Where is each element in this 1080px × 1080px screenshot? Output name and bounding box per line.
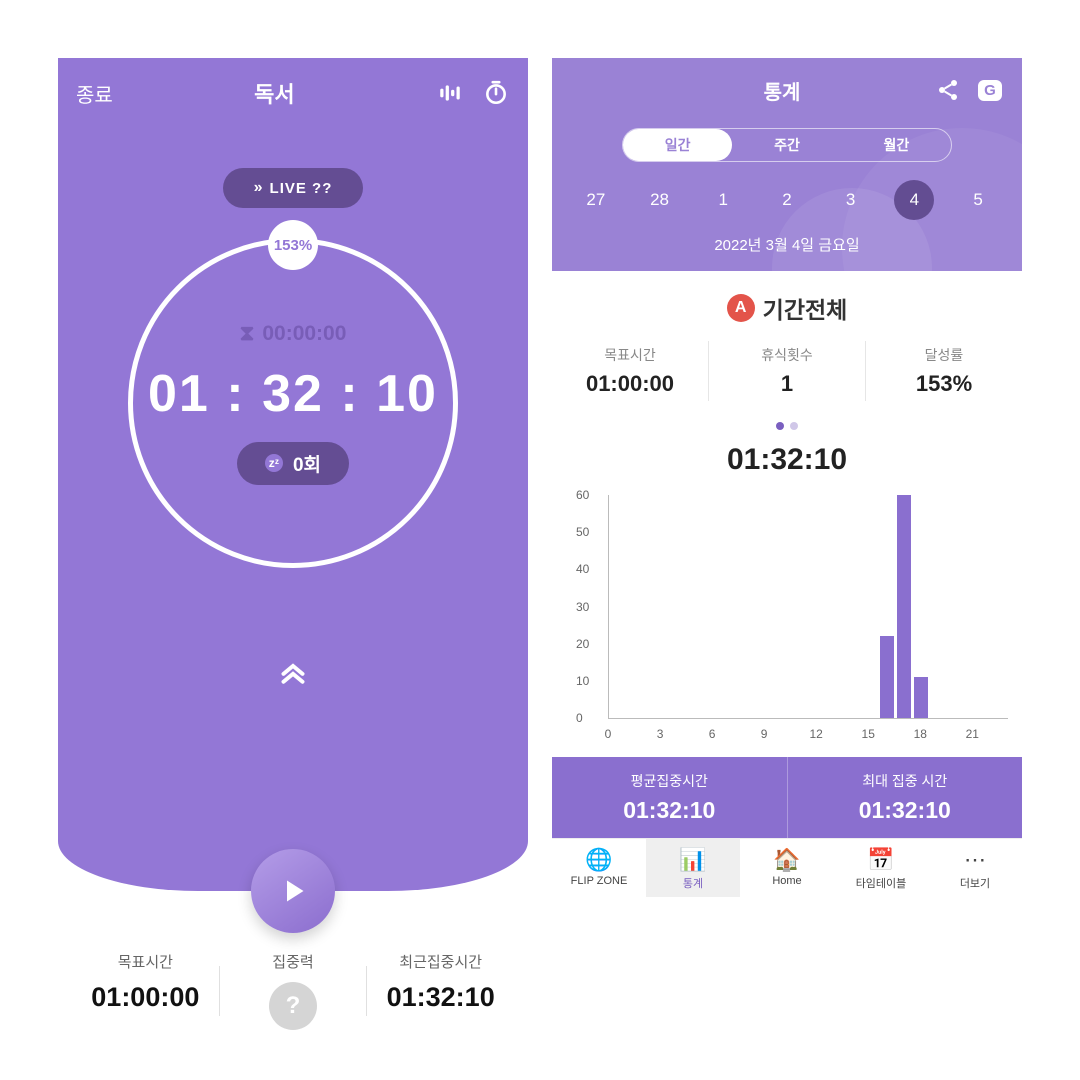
expand-up-icon[interactable] [58,658,528,701]
sleep-icon: zᶻ [265,454,283,472]
tab-더보기[interactable]: ⋯더보기 [928,839,1022,897]
progress-ring: 153% ⧗ 00:00:00 01 : 32 : 10 zᶻ 0회 [128,238,458,568]
activity-title: 독서 [113,77,436,109]
section-title: A 기간전체 [552,291,1022,325]
segment-주간[interactable]: 주간 [732,129,841,161]
day-picker[interactable]: 27 28 12345 [564,180,1010,220]
segment-월간[interactable]: 월간 [842,129,951,161]
day-3[interactable]: 3 [831,180,871,220]
elapsed-time: 01 : 32 : 10 [148,364,438,424]
date-string: 2022년 3월 4일 금요일 [552,234,1022,255]
a-badge-icon: A [727,294,755,322]
tab-통계[interactable]: 📊통계 [646,839,740,897]
bar-18 [914,677,928,718]
share-icon[interactable] [934,76,962,104]
tab-icon: 📊 [646,847,740,873]
timer-screen: 종료 독서 LIVE ?? 153% ⧗ 00:00:00 01 : 32 : … [58,58,528,1040]
tab-icon: ⋯ [928,847,1022,873]
tab-icon: 🏠 [740,847,834,873]
camera-g-icon[interactable]: G [976,76,1004,104]
segment-일간[interactable]: 일간 [623,129,732,161]
timer-hero: 종료 독서 LIVE ?? 153% ⧗ 00:00:00 01 : 32 : … [58,58,528,891]
countdown-row: ⧗ 00:00:00 [240,322,347,346]
stats-header: 통계 G 일간주간월간 27 28 12345 2022년 3월 4일 금요일 [552,58,1022,271]
play-button[interactable] [251,849,335,933]
recent-stat: 최근집중시간 01:32:10 [367,951,514,1030]
page-title: 통계 [570,76,934,105]
live-pill[interactable]: LIVE ?? [223,168,363,208]
end-button[interactable]: 종료 [76,79,113,108]
total-time: 01:32:10 [552,443,1022,477]
stats-screen: 통계 G 일간주간월간 27 28 12345 2022년 3월 4일 금요일 A … [552,58,1022,1040]
bar-16 [880,636,894,718]
hourly-chart: 0102030405060036912151821 [552,489,1022,747]
bar-17 [897,495,911,718]
tab-bar[interactable]: 🌐FLIP ZONE📊통계🏠Home📅타임테이블⋯더보기 [552,838,1022,897]
summary-row: 목표시간01:00:00 휴식횟수1 달성률153% [552,341,1022,401]
tab-Home[interactable]: 🏠Home [740,839,834,897]
tab-타임테이블[interactable]: 📅타임테이블 [834,839,928,897]
percent-badge: 153% [268,220,318,270]
page-dots[interactable] [552,417,1022,435]
period-segment[interactable]: 일간주간월간 [622,128,952,162]
day-2[interactable]: 2 [767,180,807,220]
focus-stat: 집중력 ? [220,951,367,1030]
day-28[interactable]: 28 [640,180,680,220]
day-1[interactable]: 1 [703,180,743,220]
day-4[interactable]: 4 [894,180,934,220]
tab-FLIP ZONE[interactable]: 🌐FLIP ZONE [552,839,646,897]
day-27[interactable]: 27 [576,180,616,220]
question-icon[interactable]: ? [269,982,317,1030]
focus-summary: 평균집중시간01:32:10 최대 집중 시간01:32:10 [552,757,1022,838]
equalizer-icon[interactable] [436,79,464,107]
tab-icon: 🌐 [552,847,646,873]
bottom-stats: 목표시간 01:00:00 집중력 ? 최근집중시간 01:32:10 [58,951,528,1040]
stopwatch-icon[interactable] [482,79,510,107]
goal-stat: 목표시간 01:00:00 [72,951,219,1030]
rest-pill[interactable]: zᶻ 0회 [237,442,349,485]
hourglass-icon: ⧗ [240,322,255,346]
topbar: 종료 독서 [58,58,528,128]
day-5[interactable]: 5 [958,180,998,220]
tab-icon: 📅 [834,847,928,873]
